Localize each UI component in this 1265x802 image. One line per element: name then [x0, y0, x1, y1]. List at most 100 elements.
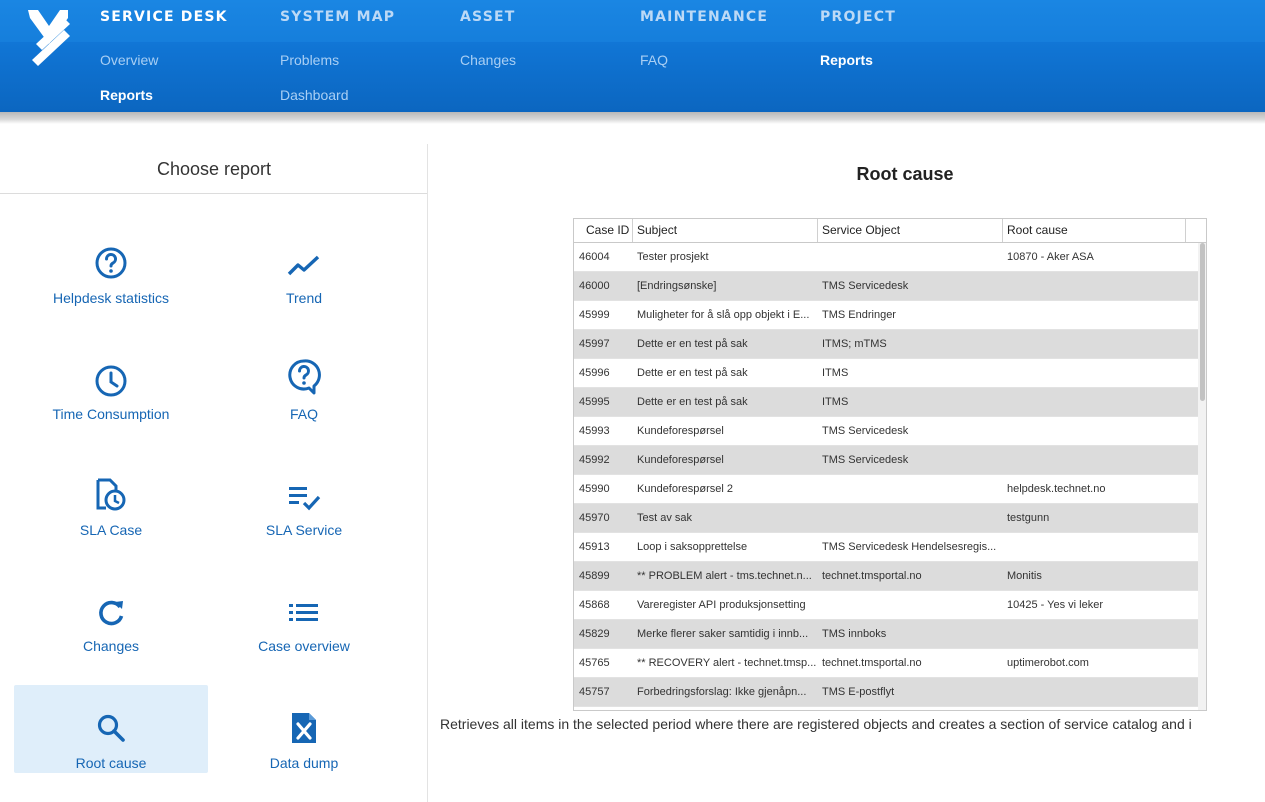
nav-item-faq[interactable]: FAQ: [640, 52, 668, 68]
cell-root-cause: [1007, 446, 1187, 474]
table-row[interactable]: 45996 Dette er en test på sak ITMS: [574, 359, 1198, 388]
table-row[interactable]: 46004 Tester prosjekt 10870 - Aker ASA: [574, 243, 1198, 272]
column-header-service-object[interactable]: Service Object: [818, 219, 1003, 242]
cell-case-id: 45996: [579, 367, 610, 379]
report-tile-sla-case[interactable]: SLA Case: [14, 458, 208, 546]
report-tile-helpdesk-statistics[interactable]: Helpdesk statistics: [14, 226, 208, 314]
report-tile-label: Trend: [285, 290, 323, 306]
report-tile-root-cause[interactable]: Root cause: [14, 685, 208, 773]
nav-asset[interactable]: ASSET: [460, 9, 516, 25]
table-row[interactable]: 45765 ** RECOVERY alert - technet.tmsp...…: [574, 649, 1198, 678]
report-tile-sla-service[interactable]: SLA Service: [207, 458, 401, 546]
cell-subject: Forbedringsforslag: Ikke gjenåpn...: [637, 686, 807, 698]
cell-subject: Tester prosjekt: [637, 251, 709, 263]
table-scrollbar[interactable]: [1198, 243, 1206, 710]
report-tile-label: Case overview: [258, 638, 350, 654]
cell-case-id: 45899: [579, 570, 610, 582]
brand-logo-icon[interactable]: [24, 4, 74, 66]
cell-service-object: [822, 591, 1004, 619]
nav-system-map[interactable]: SYSTEM MAP: [280, 9, 395, 25]
nav-item-project-reports[interactable]: Reports: [820, 52, 873, 68]
cell-service-object: TMS innboks: [822, 628, 887, 640]
table-row[interactable]: 45995 Dette er en test på sak ITMS: [574, 388, 1198, 417]
table-row[interactable]: 45992 Kundeforespørsel TMS Servicedesk: [574, 446, 1198, 475]
cell-root-cause: [1007, 330, 1187, 358]
scrollbar-thumb[interactable]: [1200, 243, 1205, 401]
nav-submenu-band: [0, 42, 1265, 112]
cell-service-object: ITMS: [822, 396, 849, 408]
column-header-subject[interactable]: Subject: [633, 219, 818, 242]
cell-root-cause: [1007, 301, 1187, 329]
column-header-case-id[interactable]: Case ID: [574, 219, 633, 242]
report-tile-label: Root cause: [75, 755, 147, 771]
cell-root-cause: [1007, 272, 1187, 300]
nav-maintenance[interactable]: MAINTENANCE: [640, 9, 768, 25]
clock-icon: [14, 364, 208, 398]
nav-service-desk[interactable]: SERVICE DESK: [100, 9, 228, 25]
report-tile-label: Data dump: [269, 755, 339, 771]
report-tile-trend[interactable]: Trend: [207, 226, 401, 314]
report-title: Root cause: [856, 164, 954, 184]
cell-root-cause: [1007, 359, 1187, 387]
cell-subject: ** RECOVERY alert - technet.tmsp...: [637, 657, 817, 669]
cell-subject: Vareregister API produksjonsetting: [637, 599, 806, 611]
nav-item-overview[interactable]: Overview: [100, 52, 158, 68]
cell-service-object: TMS Servicedesk: [822, 280, 909, 292]
cell-service-object: [822, 243, 1004, 271]
cell-root-cause: [1007, 533, 1187, 561]
cell-case-id: 45970: [579, 512, 610, 524]
nav-item-changes[interactable]: Changes: [460, 52, 516, 68]
excel-file-icon: [207, 711, 401, 745]
table-header: Case ID Subject Service Object Root caus…: [574, 219, 1206, 243]
cell-case-id: 45992: [579, 454, 610, 466]
table-row[interactable]: 46000 [Endringsønske] TMS Servicedesk: [574, 272, 1198, 301]
table-row[interactable]: 45999 Muligheter for å slå opp objekt i E…: [574, 301, 1198, 330]
nav-shadow: [0, 112, 1265, 124]
cell-root-cause: uptimerobot.com: [1007, 657, 1089, 669]
report-tile-case-overview[interactable]: Case overview: [207, 574, 401, 662]
column-header-root-cause[interactable]: Root cause: [1003, 219, 1186, 242]
report-tile-data-dump[interactable]: Data dump: [207, 685, 401, 773]
nav-item-reports[interactable]: Reports: [100, 87, 153, 103]
report-tile-label: Changes: [82, 638, 140, 654]
cell-service-object: TMS E-postflyt: [822, 686, 895, 698]
cell-case-id: 45997: [579, 338, 610, 350]
report-tile-label: Time Consumption: [52, 406, 170, 422]
cell-service-object: ITMS: [822, 367, 849, 379]
document-clock-icon: [14, 478, 208, 512]
cell-case-id: 45757: [579, 686, 610, 698]
cell-case-id: 45868: [579, 599, 610, 611]
table-row[interactable]: 45829 Merke flerer saker samtidig i innb.…: [574, 620, 1198, 649]
cell-root-cause: 10425 - Yes vi leker: [1007, 599, 1104, 611]
list-check-icon: [207, 480, 401, 514]
table-row[interactable]: 45899 ** PROBLEM alert - tms.technet.n...…: [574, 562, 1198, 591]
root-cause-table[interactable]: Case ID Subject Service Object Root caus…: [573, 218, 1207, 711]
cell-root-cause: Monitis: [1007, 570, 1042, 582]
table-row[interactable]: 45990 Kundeforespørsel 2 helpdesk.technet.…: [574, 475, 1198, 504]
cell-service-object: technet.tmsportal.no: [822, 570, 922, 582]
cell-root-cause: [1007, 417, 1187, 445]
trend-line-icon: [207, 248, 401, 282]
report-tile-time-consumption[interactable]: Time Consumption: [14, 342, 208, 430]
table-row[interactable]: 45913 Loop i saksopprettelse TMS Servicede…: [574, 533, 1198, 562]
cell-subject: Dette er en test på sak: [637, 396, 748, 408]
report-tile-label: Helpdesk statistics: [53, 290, 169, 306]
table-row[interactable]: 45757 Forbedringsforslag: Ikke gjenåpn...…: [574, 678, 1198, 707]
nav-item-dashboard[interactable]: Dashboard: [280, 87, 349, 103]
table-row[interactable]: 45993 Kundeforespørsel TMS Servicedesk: [574, 417, 1198, 446]
table-row[interactable]: 45868 Vareregister API produksjonsetting 1…: [574, 591, 1198, 620]
cell-root-cause: [1007, 620, 1187, 648]
cell-case-id: 46004: [579, 251, 610, 263]
report-tile-changes[interactable]: Changes: [14, 574, 208, 662]
nav-project[interactable]: PROJECT: [820, 9, 896, 25]
nav-item-problems[interactable]: Problems: [280, 52, 339, 68]
cell-subject: Kundeforespørsel 2: [637, 483, 733, 495]
report-tile-faq[interactable]: FAQ: [207, 342, 401, 430]
table-row[interactable]: 45970 Test av sak testgunn: [574, 504, 1198, 533]
cell-service-object: ITMS; mTMS: [822, 338, 887, 350]
refresh-icon: [14, 596, 208, 630]
report-tile-label: SLA Service: [265, 522, 343, 538]
question-bubble-icon: [207, 359, 401, 395]
cell-case-id: 45829: [579, 628, 610, 640]
table-row[interactable]: 45997 Dette er en test på sak ITMS; mTMS: [574, 330, 1198, 359]
